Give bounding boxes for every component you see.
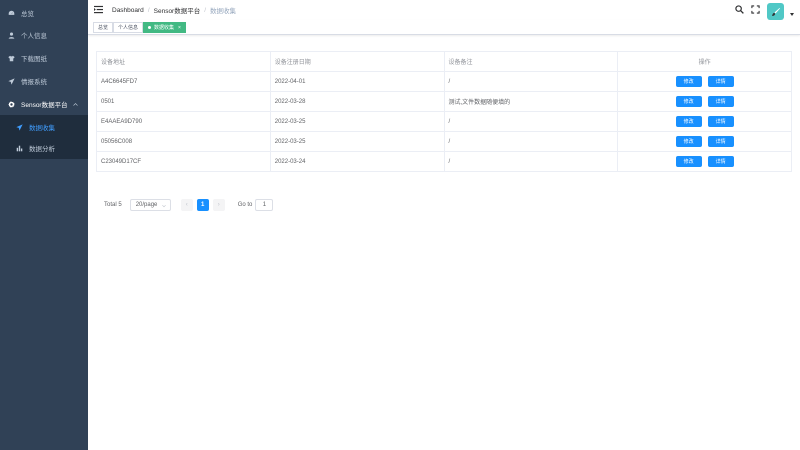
- tag-label: 数据收集: [154, 25, 175, 31]
- brush-icon: [771, 7, 780, 16]
- sidebar-item-label: Sensor数据平台: [21, 102, 68, 109]
- pagination: Total 5 20/page ‹ 1 › Go to 1: [104, 199, 274, 211]
- sidebar-item-label: 下载图纸: [21, 56, 47, 63]
- close-icon[interactable]: ×: [178, 25, 181, 31]
- detail-button[interactable]: 详情: [707, 156, 734, 167]
- sidebar-item-data-collect[interactable]: 数据收集: [0, 116, 88, 138]
- sidebar-item-intel[interactable]: 情报系统: [0, 70, 88, 92]
- dashboard-icon: [8, 10, 15, 17]
- table-row: 0501 2022-03-28 测试,文件数据随便填的 修改 详情: [97, 92, 792, 112]
- pagination-total: Total 5: [104, 202, 122, 208]
- edit-button[interactable]: 修改: [675, 96, 702, 107]
- goto-label: Go to: [237, 202, 253, 208]
- detail-button[interactable]: 详情: [707, 96, 734, 107]
- device-address: 0501: [97, 92, 271, 111]
- breadcrumb: Dashboard / Sensor数据平台 / 数据收集: [112, 4, 236, 16]
- send-icon: [8, 77, 15, 85]
- page-number[interactable]: 1: [196, 199, 209, 211]
- prev-page-button[interactable]: ‹: [180, 199, 193, 211]
- breadcrumb-separator: /: [147, 6, 150, 14]
- sidebar-item-download[interactable]: 下载图纸: [0, 47, 88, 69]
- breadcrumb-item[interactable]: Sensor数据平台: [154, 5, 201, 15]
- device-address: 05056C008: [97, 132, 271, 151]
- edit-button[interactable]: 修改: [675, 156, 702, 167]
- table-row: E4AAEA9D790 2022-03-25 / 修改 详情: [97, 112, 792, 132]
- register-date: 2022-03-25: [271, 112, 445, 131]
- submenu-sensor: 数据收集 数据分析: [0, 115, 88, 159]
- device-address: A4C6645FD7: [97, 72, 271, 91]
- device-address: C23049D17CF: [97, 152, 271, 171]
- column-header: 设备地址: [97, 52, 271, 71]
- device-note: /: [445, 112, 619, 131]
- page-size-select[interactable]: 20/page: [129, 199, 171, 211]
- sidebar-item-profile[interactable]: 个人信息: [0, 24, 88, 46]
- detail-button[interactable]: 详情: [707, 136, 734, 147]
- page-size-value: 20/page: [135, 202, 158, 208]
- row-actions: 修改 详情: [618, 132, 792, 151]
- row-actions: 修改 详情: [618, 152, 792, 171]
- tag-label: 个人信息: [118, 25, 139, 31]
- avatar[interactable]: [767, 3, 784, 20]
- chevron-up-icon: [73, 103, 78, 106]
- edit-button[interactable]: 修改: [675, 76, 702, 87]
- active-dot-icon: [148, 26, 151, 29]
- navbar: Dashboard / Sensor数据平台 / 数据收集: [88, 0, 800, 20]
- sidebar: 总览 个人信息 下载图纸 情报系统 Sensor数据平台 数据收集 数据分析: [0, 0, 88, 450]
- register-date: 2022-03-25: [271, 132, 445, 151]
- fullscreen-icon[interactable]: [751, 5, 760, 14]
- sidebar-item-label: 数据收集: [29, 125, 55, 132]
- column-header: 设备备注: [445, 52, 619, 71]
- bar-chart-icon: [16, 145, 23, 152]
- table-row: 05056C008 2022-03-25 / 修改 详情: [97, 132, 792, 152]
- tag-label: 总览: [98, 25, 109, 31]
- device-address: E4AAEA9D790: [97, 112, 271, 131]
- register-date: 2022-03-24: [271, 152, 445, 171]
- device-note: /: [445, 152, 619, 171]
- tag-data-collect[interactable]: 数据收集 ×: [143, 22, 186, 33]
- breadcrumb-item[interactable]: Dashboard: [112, 7, 144, 14]
- sidebar-item-label: 个人信息: [21, 33, 47, 40]
- edit-button[interactable]: 修改: [675, 116, 702, 127]
- tags-view: 总览 个人信息 数据收集 ×: [88, 20, 800, 35]
- sidebar-item-overview[interactable]: 总览: [0, 2, 88, 24]
- table-row: C23049D17CF 2022-03-24 / 修改 详情: [97, 152, 792, 172]
- register-date: 2022-04-01: [271, 72, 445, 91]
- row-actions: 修改 详情: [618, 92, 792, 111]
- breadcrumb-separator: /: [204, 6, 207, 14]
- sidebar-item-sensor-platform[interactable]: Sensor数据平台: [0, 93, 88, 115]
- shirt-icon: [8, 55, 15, 62]
- search-icon[interactable]: [735, 5, 744, 14]
- register-date: 2022-03-28: [271, 92, 445, 111]
- tag-overview[interactable]: 总览: [93, 22, 114, 33]
- row-actions: 修改 详情: [618, 72, 792, 91]
- sidebar-item-label: 总览: [21, 11, 34, 18]
- column-header: 设备注册日期: [271, 52, 445, 71]
- detail-button[interactable]: 详情: [707, 116, 734, 127]
- send-icon: [16, 123, 23, 131]
- table-row: A4C6645FD7 2022-04-01 / 修改 详情: [97, 72, 792, 92]
- user-icon: [8, 32, 15, 39]
- row-actions: 修改 详情: [618, 112, 792, 131]
- device-table: 设备地址 设备注册日期 设备备注 操作 A4C6645FD7 2022-04-0…: [96, 51, 792, 172]
- sidebar-item-data-analysis[interactable]: 数据分析: [0, 137, 88, 159]
- next-page-button[interactable]: ›: [212, 199, 225, 211]
- table-header: 设备地址 设备注册日期 设备备注 操作: [97, 52, 792, 72]
- hamburger-icon[interactable]: [94, 5, 103, 14]
- tag-profile[interactable]: 个人信息: [113, 22, 144, 33]
- caret-down-icon[interactable]: [790, 13, 794, 16]
- sidebar-item-label: 数据分析: [29, 146, 55, 153]
- detail-button[interactable]: 详情: [707, 76, 734, 87]
- edit-button[interactable]: 修改: [675, 136, 702, 147]
- goto-input[interactable]: 1: [255, 199, 274, 211]
- device-note: /: [445, 132, 619, 151]
- gear-icon: [8, 100, 15, 108]
- chevron-down-icon: [161, 205, 166, 208]
- device-note: 测试,文件数据随便填的: [445, 92, 619, 111]
- column-header: 操作: [618, 52, 792, 71]
- breadcrumb-current: 数据收集: [210, 8, 237, 15]
- sidebar-item-label: 情报系统: [21, 79, 47, 86]
- device-note: /: [445, 72, 619, 91]
